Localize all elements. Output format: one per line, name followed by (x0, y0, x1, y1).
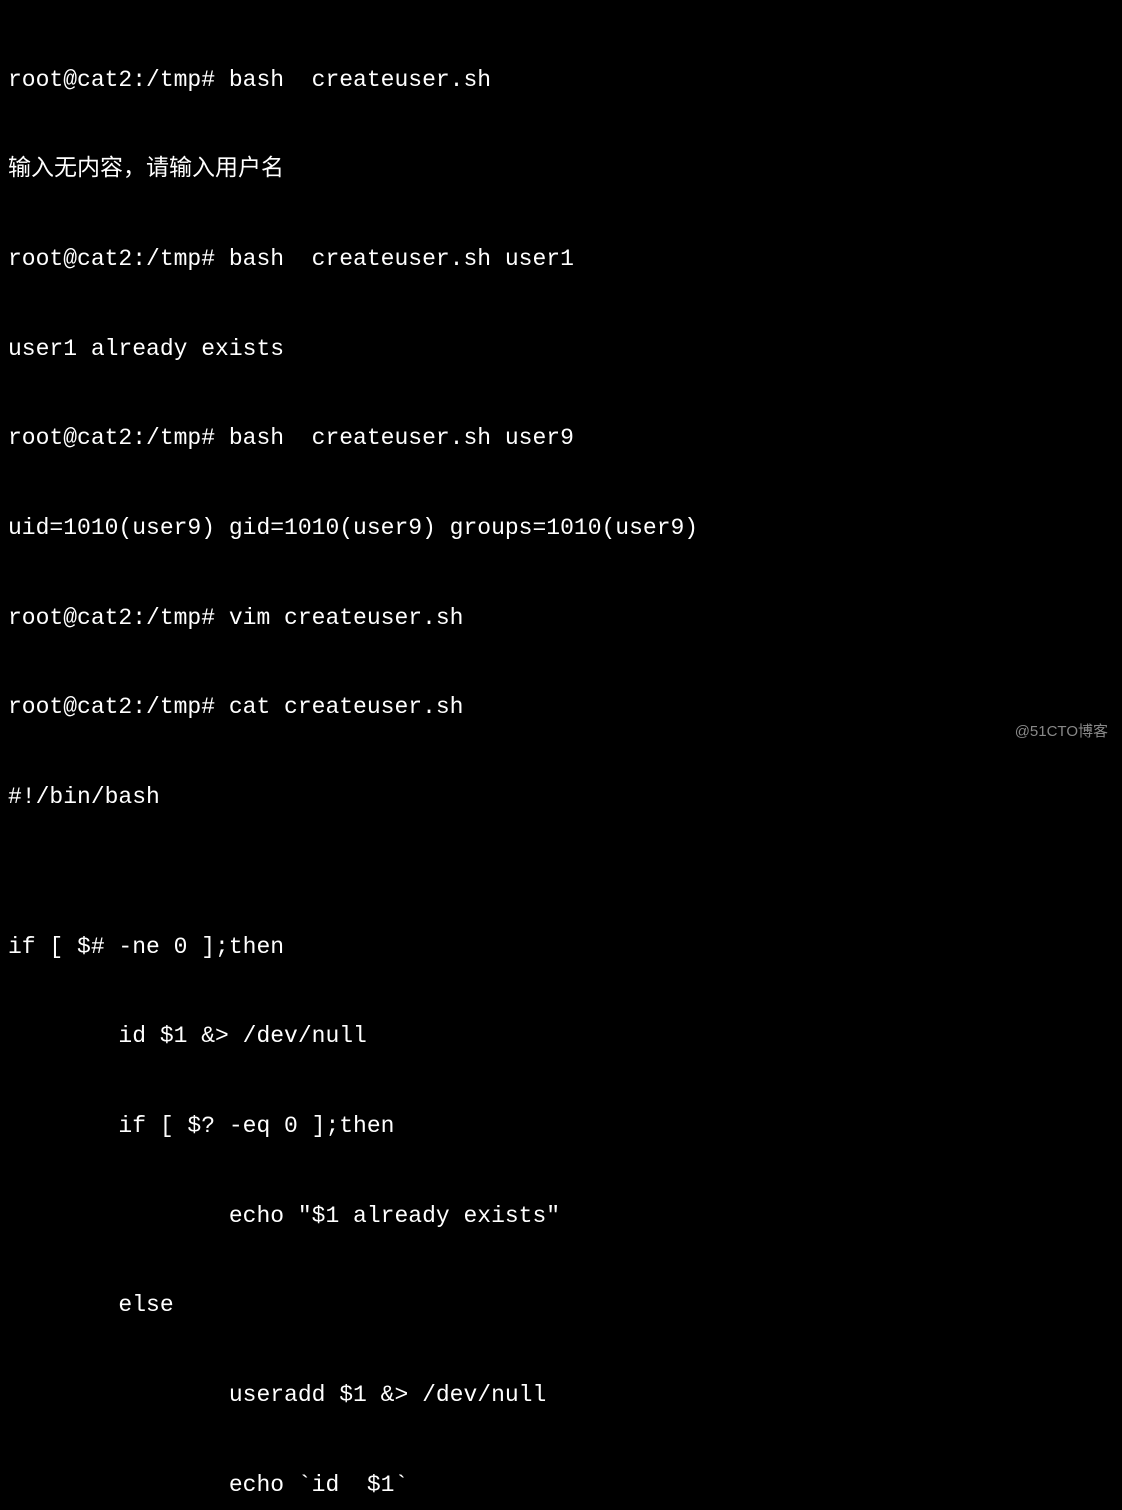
terminal-line: root@cat2:/tmp# vim createuser.sh (8, 604, 1114, 634)
terminal-line: if [ $# -ne 0 ];then (8, 933, 1114, 963)
terminal-line: 输入无内容，请输入用户名 (8, 155, 1114, 185)
terminal-output[interactable]: root@cat2:/tmp# bash createuser.sh 输入无内容… (8, 6, 1114, 1510)
watermark-text: @51CTO博客 (1015, 722, 1108, 742)
terminal-line: if [ $? -eq 0 ];then (8, 1112, 1114, 1142)
terminal-line: user1 already exists (8, 335, 1114, 365)
terminal-line: #!/bin/bash (8, 783, 1114, 813)
terminal-line: root@cat2:/tmp# cat createuser.sh (8, 693, 1114, 723)
terminal-line: echo "$1 already exists" (8, 1202, 1114, 1232)
terminal-line: uid=1010(user9) gid=1010(user9) groups=1… (8, 514, 1114, 544)
terminal-line: root@cat2:/tmp# bash createuser.sh (8, 66, 1114, 96)
terminal-line: echo `id $1` (8, 1471, 1114, 1501)
terminal-line: else (8, 1291, 1114, 1321)
terminal-line: root@cat2:/tmp# bash createuser.sh user9 (8, 424, 1114, 454)
terminal-line: useradd $1 &> /dev/null (8, 1381, 1114, 1411)
terminal-line: id $1 &> /dev/null (8, 1022, 1114, 1052)
terminal-line: root@cat2:/tmp# bash createuser.sh user1 (8, 245, 1114, 275)
